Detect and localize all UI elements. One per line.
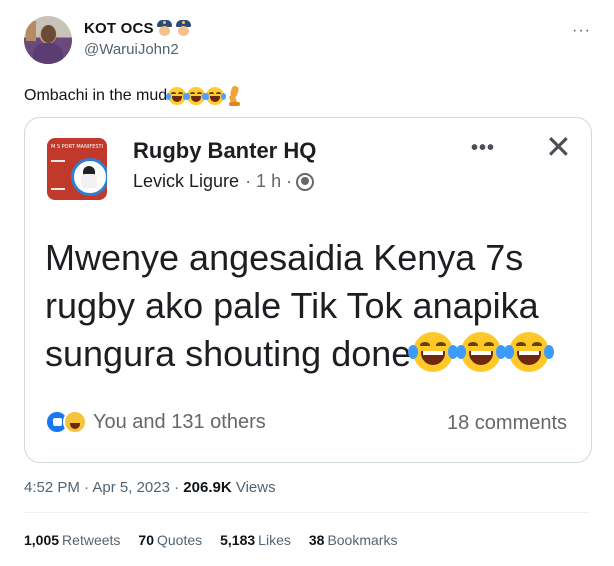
timestamp: 4:52 PM · Apr 5, 2023 · 206.9K Views <box>24 479 276 496</box>
mechanical-leg-icon <box>228 85 242 106</box>
reactions-summary: You and 131 others <box>45 410 266 434</box>
more-options-icon: ••• <box>471 137 496 159</box>
tweet-time[interactable]: 4:52 PM <box>24 479 80 496</box>
tweet-text-content: Ombachi in the mud <box>24 87 168 104</box>
avatar-banner-text: M S PORT MANIFESTO <box>51 144 103 150</box>
post-body: Mwenye angesaidia Kenya 7s rugby ako pal… <box>45 234 585 378</box>
face-with-tears-of-joy-icon <box>204 87 227 105</box>
page-name: Rugby Banter HQ <box>133 138 317 163</box>
quotes-stat[interactable]: 70 Quotes <box>138 532 202 548</box>
tweet: KOT OCS @WaruiJohn2 ··· Ombachi in the m… <box>0 0 614 566</box>
face-with-tears-of-joy-icon <box>504 332 555 372</box>
engagement-stats: 1,005 Retweets 70 Quotes 5,183 Likes 38 Book… <box>24 532 397 548</box>
haha-reaction-icon <box>63 410 87 434</box>
reactions-text: You and 131 others <box>93 410 266 433</box>
views-count: 206.9K <box>183 479 232 496</box>
post-time: · 1 h · <box>245 171 293 191</box>
audience-icon <box>296 172 315 191</box>
bookmarks-stat[interactable]: 38 Bookmarks <box>309 532 398 548</box>
tweet-date[interactable]: Apr 5, 2023 <box>92 479 170 496</box>
face-with-tears-of-joy-icon <box>166 87 189 105</box>
user-handle[interactable]: @WaruiJohn2 <box>84 41 179 58</box>
divider <box>24 512 590 513</box>
tweet-text: Ombachi in the mud <box>24 85 242 106</box>
post-author: Levick Ligure <box>133 171 240 191</box>
face-with-tears-of-joy-icon <box>456 332 507 372</box>
police-officer-icon <box>175 20 192 37</box>
likes-stat[interactable]: 5,183 Likes <box>220 532 291 548</box>
page-avatar: M S PORT MANIFESTO <box>47 138 107 200</box>
post-meta: Levick Ligure · 1 h · <box>133 171 315 192</box>
face-with-tears-of-joy-icon <box>185 87 208 105</box>
attached-image[interactable]: M S PORT MANIFESTO Rugby Banter HQ Levic… <box>24 117 592 463</box>
views-label: Views <box>235 479 276 496</box>
police-officer-icon <box>156 20 173 37</box>
avatar[interactable] <box>24 16 72 64</box>
display-name-text[interactable]: KOT OCS <box>84 20 154 37</box>
face-with-tears-of-joy-icon <box>408 332 459 372</box>
more-options-icon[interactable]: ··· <box>572 22 591 40</box>
retweets-stat[interactable]: 1,005 Retweets <box>24 532 120 548</box>
comments-count: 18 comments <box>447 412 568 434</box>
display-name[interactable]: KOT OCS <box>84 20 192 37</box>
close-icon: ✕ <box>545 129 572 165</box>
